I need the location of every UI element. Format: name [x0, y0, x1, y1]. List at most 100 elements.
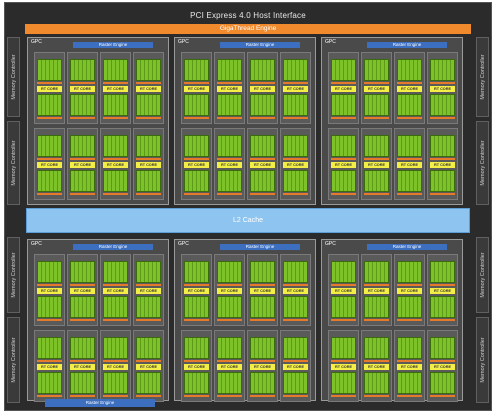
tex-unit — [331, 117, 356, 119]
tpc: RT CORE — [181, 128, 212, 200]
sm-block — [184, 296, 209, 318]
sm-block — [37, 59, 62, 81]
tex-unit — [250, 360, 275, 362]
tpc: RT CORE — [280, 52, 311, 124]
rt-core: RT CORE — [184, 288, 209, 294]
tpc: RT CORE — [100, 254, 131, 326]
tex-unit — [397, 395, 422, 397]
tex-unit — [364, 360, 389, 362]
tpc: RT CORE — [361, 128, 392, 200]
gpc-label: GPC — [31, 39, 42, 45]
sm-block — [136, 337, 161, 359]
tex-unit — [331, 193, 356, 195]
sm-block — [250, 135, 275, 157]
sm-block — [331, 94, 356, 116]
tex-unit — [283, 158, 308, 160]
tex-unit — [250, 395, 275, 397]
tpc: RT CORE — [328, 128, 359, 200]
rt-core: RT CORE — [364, 162, 389, 168]
rt-core: RT CORE — [70, 86, 95, 92]
tpc: RT CORE — [328, 254, 359, 326]
tex-unit — [103, 117, 128, 119]
sm-block — [430, 261, 455, 283]
tpc: RT CORE — [67, 330, 98, 402]
memory-controller-left-3: Memory Controller — [7, 237, 20, 313]
tpc: RT CORE — [427, 254, 458, 326]
sm-block — [103, 94, 128, 116]
sm-block — [37, 135, 62, 157]
rt-core: RT CORE — [364, 86, 389, 92]
sm-block — [103, 170, 128, 192]
tex-unit — [250, 284, 275, 286]
tpc: RT CORE — [214, 330, 245, 402]
sm-block — [250, 296, 275, 318]
tex-unit — [103, 284, 128, 286]
tex-unit — [136, 82, 161, 84]
rt-core: RT CORE — [136, 288, 161, 294]
sm-block — [136, 261, 161, 283]
sm-block — [430, 170, 455, 192]
tex-unit — [283, 82, 308, 84]
tex-unit — [103, 360, 128, 362]
tex-unit — [184, 284, 209, 286]
rt-core: RT CORE — [397, 86, 422, 92]
sm-block — [37, 372, 62, 394]
tex-unit — [331, 319, 356, 321]
sm-block — [217, 296, 242, 318]
memory-controller-left-2: Memory Controller — [7, 121, 20, 205]
tex-unit — [37, 360, 62, 362]
tex-unit — [430, 395, 455, 397]
sm-block — [136, 135, 161, 157]
tex-unit — [397, 360, 422, 362]
tpc: RT CORE — [214, 128, 245, 200]
tpc: RT CORE — [247, 254, 278, 326]
tex-unit — [250, 117, 275, 119]
rt-core: RT CORE — [283, 86, 308, 92]
tex-unit — [136, 158, 161, 160]
sm-block — [70, 261, 95, 283]
tpc: RT CORE — [133, 330, 164, 402]
tex-unit — [70, 284, 95, 286]
tex-unit — [103, 395, 128, 397]
gpc-label: GPC — [178, 241, 189, 247]
tpc: RT CORE — [214, 52, 245, 124]
tpc: RT CORE — [328, 330, 359, 402]
sm-block — [103, 372, 128, 394]
pcie-host-interface: PCI Express 4.0 Host Interface — [25, 9, 471, 23]
sm-block — [397, 59, 422, 81]
sm-block — [283, 170, 308, 192]
raster-engine: Raster Engine — [220, 42, 300, 48]
tpc: RT CORE — [181, 254, 212, 326]
rt-core: RT CORE — [217, 86, 242, 92]
l2-cache: L2 Cache — [26, 208, 470, 233]
sm-block — [217, 261, 242, 283]
tex-unit — [70, 360, 95, 362]
tex-unit — [283, 319, 308, 321]
raster-engine: Raster Engine — [73, 244, 153, 250]
tpc: RT CORE — [394, 330, 425, 402]
tpc: RT CORE — [247, 128, 278, 200]
tpc: RT CORE — [34, 254, 65, 326]
rt-core: RT CORE — [37, 288, 62, 294]
tex-unit — [397, 82, 422, 84]
sm-block — [217, 170, 242, 192]
tex-unit — [103, 193, 128, 195]
sm-block — [430, 59, 455, 81]
sm-block — [184, 372, 209, 394]
tpc: RT CORE — [34, 128, 65, 200]
sm-block — [184, 59, 209, 81]
sm-block — [103, 59, 128, 81]
sm-block — [283, 135, 308, 157]
tex-unit — [331, 158, 356, 160]
rt-core: RT CORE — [364, 288, 389, 294]
sm-block — [70, 337, 95, 359]
tex-unit — [397, 319, 422, 321]
raster-engine: Raster Engine — [73, 42, 153, 48]
tpc: RT CORE — [427, 128, 458, 200]
tpc: RT CORE — [181, 330, 212, 402]
tex-unit — [397, 284, 422, 286]
tpc: RT CORE — [394, 128, 425, 200]
tex-unit — [184, 117, 209, 119]
rt-core: RT CORE — [184, 162, 209, 168]
rt-core: RT CORE — [283, 364, 308, 370]
